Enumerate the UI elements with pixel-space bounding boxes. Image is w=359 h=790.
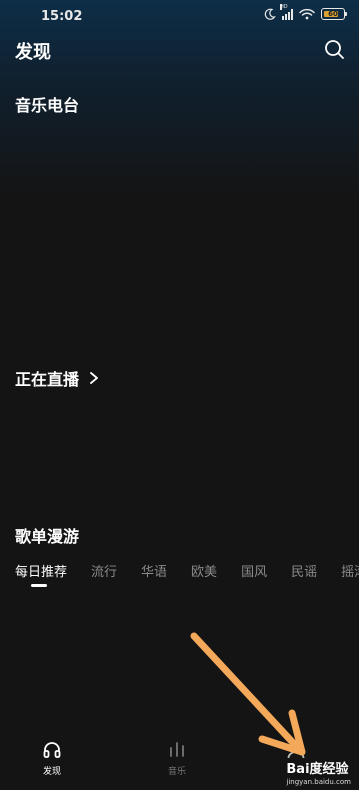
watermark-logo: Bai度经验 — [286, 758, 351, 777]
wifi-icon — [299, 8, 315, 20]
moon-icon — [264, 8, 276, 20]
nav-music[interactable]: 音乐 — [166, 740, 188, 777]
tab-guofeng[interactable]: 国风 — [241, 561, 267, 580]
status-time: 15:02 — [41, 9, 83, 24]
section-title-playlist: 歌单漫游 — [15, 527, 80, 546]
battery-level: 60 — [328, 10, 338, 18]
live-title-label: 正在直播 — [15, 370, 80, 389]
network-type-label: HD — [280, 4, 288, 10]
tab-pop[interactable]: 流行 — [91, 561, 117, 580]
music-bars-icon — [170, 742, 184, 757]
tab-rock[interactable]: 摇滚 — [341, 561, 359, 580]
user-icon — [287, 741, 305, 759]
status-bar: 15:02 HD 60 — [0, 0, 359, 34]
signal-icon: HD — [280, 4, 293, 20]
playlist-tabs: 每日推荐 流行 华语 欧美 国风 民谣 摇滚 — [15, 561, 359, 587]
search-icon[interactable] — [323, 38, 345, 60]
status-icons: HD 60 — [264, 4, 347, 20]
section-title-live[interactable]: 正在直播 — [15, 366, 99, 390]
section-title-radio: 音乐电台 — [15, 96, 80, 115]
headphones-icon — [43, 742, 61, 758]
live-content-area — [15, 400, 345, 500]
radio-content-area — [15, 126, 345, 346]
watermark-brand: Bai度经验 — [286, 762, 349, 777]
nav-music-label: 音乐 — [167, 767, 186, 777]
page-title: 发现 — [15, 42, 51, 63]
battery-icon: 60 — [321, 8, 347, 20]
tab-chinese[interactable]: 华语 — [141, 561, 167, 580]
nav-discover[interactable]: 发现 — [42, 740, 62, 777]
nav-discover-label: 发现 — [42, 767, 61, 777]
watermark-url: jingyan.baidu.com — [286, 778, 351, 786]
chevron-right-icon — [90, 372, 98, 384]
tab-folk[interactable]: 民谣 — [291, 561, 317, 580]
tab-daily-recommend[interactable]: 每日推荐 — [15, 561, 67, 587]
tab-western[interactable]: 欧美 — [191, 561, 217, 580]
baidu-watermark: Bai度经验 jingyan.baidu.com — [286, 758, 351, 786]
